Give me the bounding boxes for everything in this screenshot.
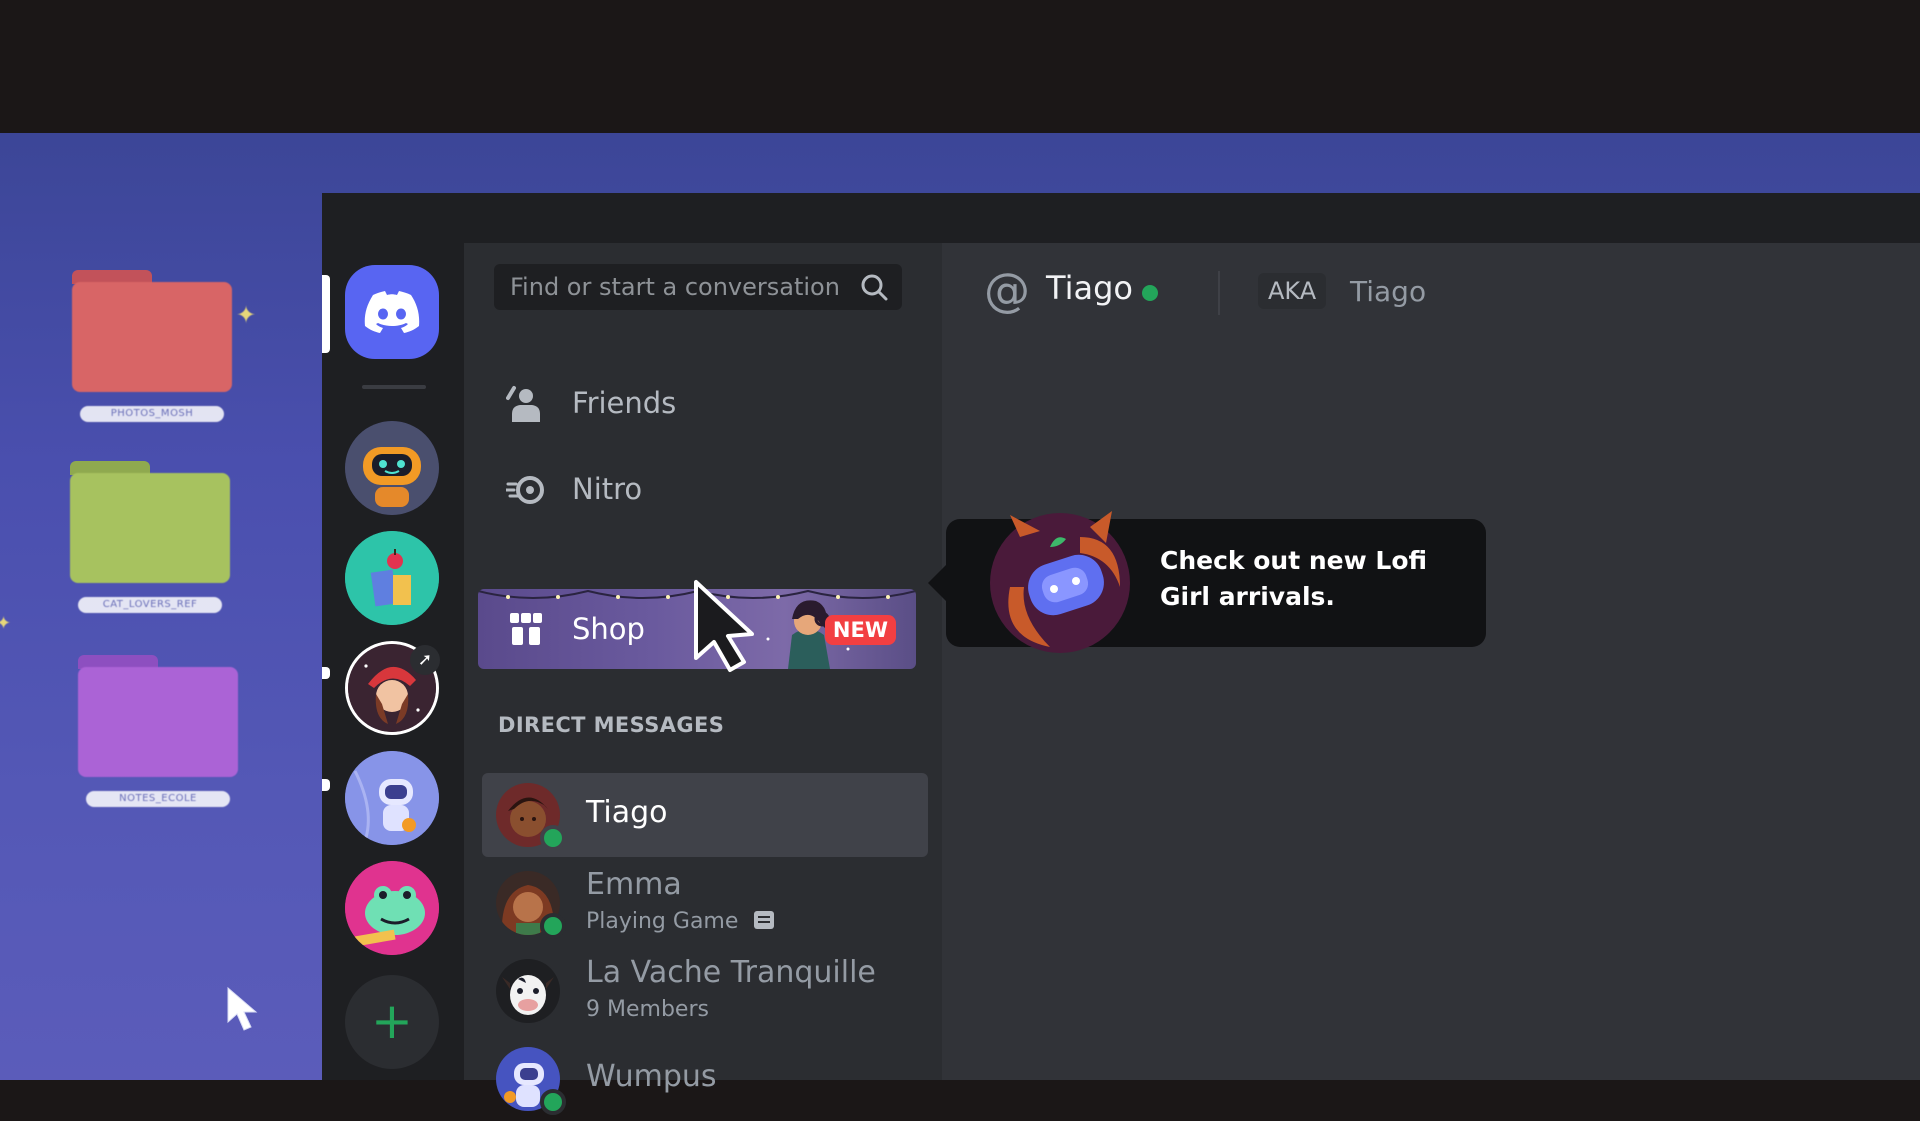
cow-group-avatar-icon [496, 959, 560, 1023]
at-sign-icon: @ [984, 263, 1030, 317]
shop-icon [510, 613, 542, 645]
main-chat-area: @ Tiago AKA Tiago [942, 243, 1920, 1080]
nav-shop-label: Shop [572, 612, 645, 646]
direct-messages-header: DIRECT MESSAGES [498, 713, 725, 737]
dm-name: Emma [586, 867, 682, 902]
shop-promo-tooltip: Check out new Lofi Girl arrivals. [928, 511, 1486, 653]
dm-activity: Playing Game [586, 909, 775, 934]
folder-icon [72, 282, 232, 392]
desktop-mouse-cursor-icon [227, 986, 258, 1031]
nitro-icon [506, 476, 544, 504]
search-input[interactable]: Find or start a conversation [494, 264, 902, 310]
discord-logo-icon [364, 291, 420, 333]
frog-avatar-icon [345, 861, 439, 955]
nav-friends[interactable]: Friends [478, 368, 920, 438]
dm-name: Wumpus [586, 1059, 717, 1094]
astronaut-avatar-icon [345, 751, 439, 845]
chat-recipient-name[interactable]: Tiago [1046, 269, 1133, 307]
dm-activity-text: Playing Game [586, 909, 739, 934]
nav-friends-label: Friends [572, 386, 677, 420]
dm-item-tiago[interactable]: Tiago [482, 773, 928, 857]
header-divider [1218, 271, 1220, 315]
search-placeholder: Find or start a conversation [510, 273, 840, 301]
rail-separator [362, 385, 426, 389]
selected-indicator [322, 275, 330, 353]
online-status-icon [540, 825, 566, 851]
sparkle-icon: ✦ [236, 301, 257, 329]
tooltip-message: Check out new Lofi Girl arrivals. [1160, 546, 1428, 611]
dm-name: Tiago [586, 795, 668, 830]
online-status-icon [1142, 285, 1158, 301]
robot-avatar-icon [345, 421, 439, 515]
dm-item-la-vache-tranquille[interactable]: La Vache Tranquille 9 Members [482, 949, 928, 1033]
dm-member-count: 9 Members [586, 997, 709, 1022]
aka-tag: AKA [1258, 273, 1327, 309]
folder-label: NOTES_ECOLE [86, 791, 230, 807]
add-server-button[interactable]: + [345, 975, 439, 1069]
chat-header: @ Tiago AKA Tiago [942, 243, 1920, 339]
server-icon-frog[interactable] [345, 861, 439, 955]
unread-indicator [322, 779, 330, 791]
books-apple-icon [345, 531, 439, 625]
online-status-icon [540, 913, 566, 939]
folder-icon [78, 667, 238, 777]
dm-item-wumpus[interactable]: Wumpus [482, 1037, 928, 1121]
nav-nitro-label: Nitro [572, 472, 643, 506]
discord-home-button[interactable] [345, 265, 439, 359]
online-status-icon [540, 1089, 566, 1115]
folder-label: CAT_LOVERS_REF [78, 597, 222, 613]
game-activity-icon [754, 911, 775, 929]
avatar [496, 959, 560, 1023]
sparkle-icon: ✦ [0, 613, 12, 634]
server-icon-wumpus-astronaut[interactable] [345, 751, 439, 845]
server-icon-books[interactable] [345, 531, 439, 625]
aka-name: Tiago [1350, 275, 1427, 308]
lofi-wumpus-art-icon [990, 511, 1130, 653]
dm-name: La Vache Tranquille [586, 955, 876, 990]
server-icon-robot[interactable] [345, 421, 439, 515]
mouse-cursor-icon [694, 580, 754, 672]
friends-wave-icon [506, 386, 540, 422]
server-rail: ➚ + [322, 243, 464, 1080]
nav-nitro[interactable]: Nitro [478, 454, 920, 524]
dm-item-emma[interactable]: Emma Playing Game [482, 861, 928, 945]
folder-icon [70, 473, 230, 583]
new-badge: NEW [824, 615, 896, 645]
unread-indicator [322, 667, 330, 679]
folder-label: PHOTOS_MOSH [80, 406, 224, 422]
boost-rocket-icon: ➚ [410, 645, 440, 675]
search-icon [861, 274, 888, 301]
